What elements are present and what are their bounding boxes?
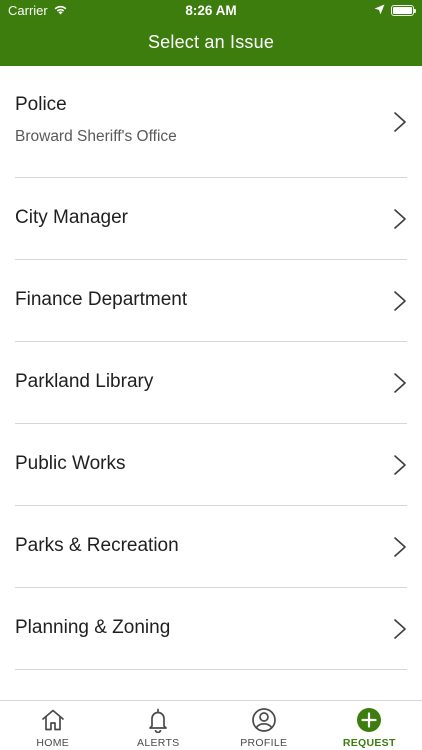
chevron-right-icon xyxy=(394,291,406,311)
home-icon xyxy=(41,709,64,731)
plus-circle-icon xyxy=(357,708,382,732)
status-right xyxy=(374,3,416,18)
tab-alerts[interactable]: ALERTS xyxy=(106,701,212,750)
status-bar: Carrier 8:26 AM xyxy=(0,0,422,22)
issue-title: Public Works xyxy=(15,453,126,474)
issue-list: Police Broward Sheriff's Office City Man… xyxy=(0,66,422,700)
profile-icon xyxy=(251,708,276,732)
battery-icon xyxy=(391,5,416,16)
tab-label: ALERTS xyxy=(137,737,180,749)
phone-screen: Carrier 8:26 AM Select an Issue Police B… xyxy=(0,0,422,750)
issue-title: City Manager xyxy=(15,207,128,228)
issue-title: Planning & Zoning xyxy=(15,617,171,638)
issue-subtitle: Broward Sheriff's Office xyxy=(15,128,177,145)
page-title: Select an Issue xyxy=(147,32,275,52)
chevron-right-icon xyxy=(394,373,406,393)
issue-title: Police xyxy=(15,94,67,115)
bell-icon xyxy=(149,708,168,733)
tab-profile[interactable]: PROFILE xyxy=(211,701,317,750)
issue-row-public-works[interactable]: Public Works xyxy=(15,424,407,506)
chevron-right-icon xyxy=(394,455,406,475)
issue-row-city-manager[interactable]: City Manager xyxy=(15,178,407,260)
chevron-right-icon xyxy=(394,619,406,639)
status-time: 8:26 AM xyxy=(185,3,237,18)
tab-request[interactable]: REQUEST xyxy=(317,701,422,750)
issue-row-police[interactable]: Police Broward Sheriff's Office xyxy=(15,66,407,178)
chevron-right-icon xyxy=(394,209,406,229)
issue-row-parks-recreation[interactable]: Parks & Recreation xyxy=(15,506,407,588)
issue-title: Finance Department xyxy=(15,289,188,310)
tab-label: PROFILE xyxy=(240,737,288,749)
tab-bar: HOME ALERTS PROFILE REQUEST xyxy=(0,700,422,750)
tab-label: HOME xyxy=(36,737,70,749)
issue-title: Parks & Recreation xyxy=(15,535,179,556)
chevron-right-icon xyxy=(394,112,406,132)
tab-label: REQUEST xyxy=(342,737,396,749)
app-header: Carrier 8:26 AM Select an Issue xyxy=(0,0,422,66)
issue-row-planning-zoning[interactable]: Planning & Zoning xyxy=(15,588,407,670)
location-arrow-icon xyxy=(374,3,385,18)
issue-row-parkland-library[interactable]: Parkland Library xyxy=(15,342,407,424)
issue-row-finance-department[interactable]: Finance Department xyxy=(15,260,407,342)
tab-home[interactable]: HOME xyxy=(0,701,106,750)
chevron-right-icon xyxy=(394,537,406,557)
issue-title: Parkland Library xyxy=(15,371,154,392)
